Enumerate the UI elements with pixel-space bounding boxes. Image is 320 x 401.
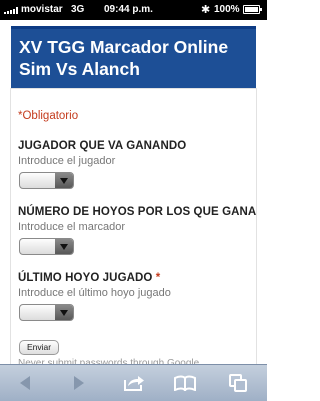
forward-arrow-icon[interactable]	[58, 365, 98, 401]
question-2-help: Introduce el marcador	[18, 221, 125, 233]
signal-strength-icon	[4, 7, 18, 14]
question-1-help: Introduce el jugador	[18, 155, 116, 167]
browser-toolbar	[0, 364, 267, 401]
status-time: 09:44 p.m.	[104, 4, 153, 15]
tabs-icon[interactable]	[218, 365, 258, 401]
battery-percent: 100%	[214, 4, 240, 15]
carrier-name: movistar	[21, 4, 63, 15]
question-2-title: NÚMERO DE HOYOS POR LOS QUE GANA	[18, 206, 257, 218]
question-3-help: Introduce el último hoyo jugado	[18, 287, 171, 299]
question-3-select[interactable]	[19, 304, 74, 321]
required-note: *Obligatorio	[18, 110, 79, 122]
required-marker: *	[155, 272, 161, 284]
share-icon[interactable]	[114, 365, 154, 401]
submit-button[interactable]: Enviar	[19, 340, 59, 355]
status-bar: movistar 3G 09:44 p.m. ✱ 100%	[0, 0, 267, 20]
back-arrow-icon[interactable]	[6, 365, 46, 401]
question-3-title-text: ÚLTIMO HOYO JUGADO	[18, 272, 153, 284]
dropdown-arrow-icon	[55, 305, 73, 320]
form-title: XV TGG Marcador Online Sim Vs Alanch	[19, 37, 229, 79]
dropdown-arrow-icon	[55, 239, 73, 254]
bookmarks-icon[interactable]	[165, 365, 205, 401]
dropdown-arrow-icon	[55, 173, 73, 188]
form-header: XV TGG Marcador Online Sim Vs Alanch	[11, 26, 256, 89]
bluetooth-icon: ✱	[201, 4, 211, 16]
question-2-select[interactable]	[19, 238, 74, 255]
form-card	[11, 89, 256, 379]
question-1-select[interactable]	[19, 172, 74, 189]
battery-icon	[243, 5, 262, 14]
question-1-title: JUGADOR QUE VA GANANDO	[18, 140, 187, 152]
question-3-title: ÚLTIMO HOYO JUGADO *	[18, 272, 160, 284]
network-type: 3G	[71, 4, 85, 15]
